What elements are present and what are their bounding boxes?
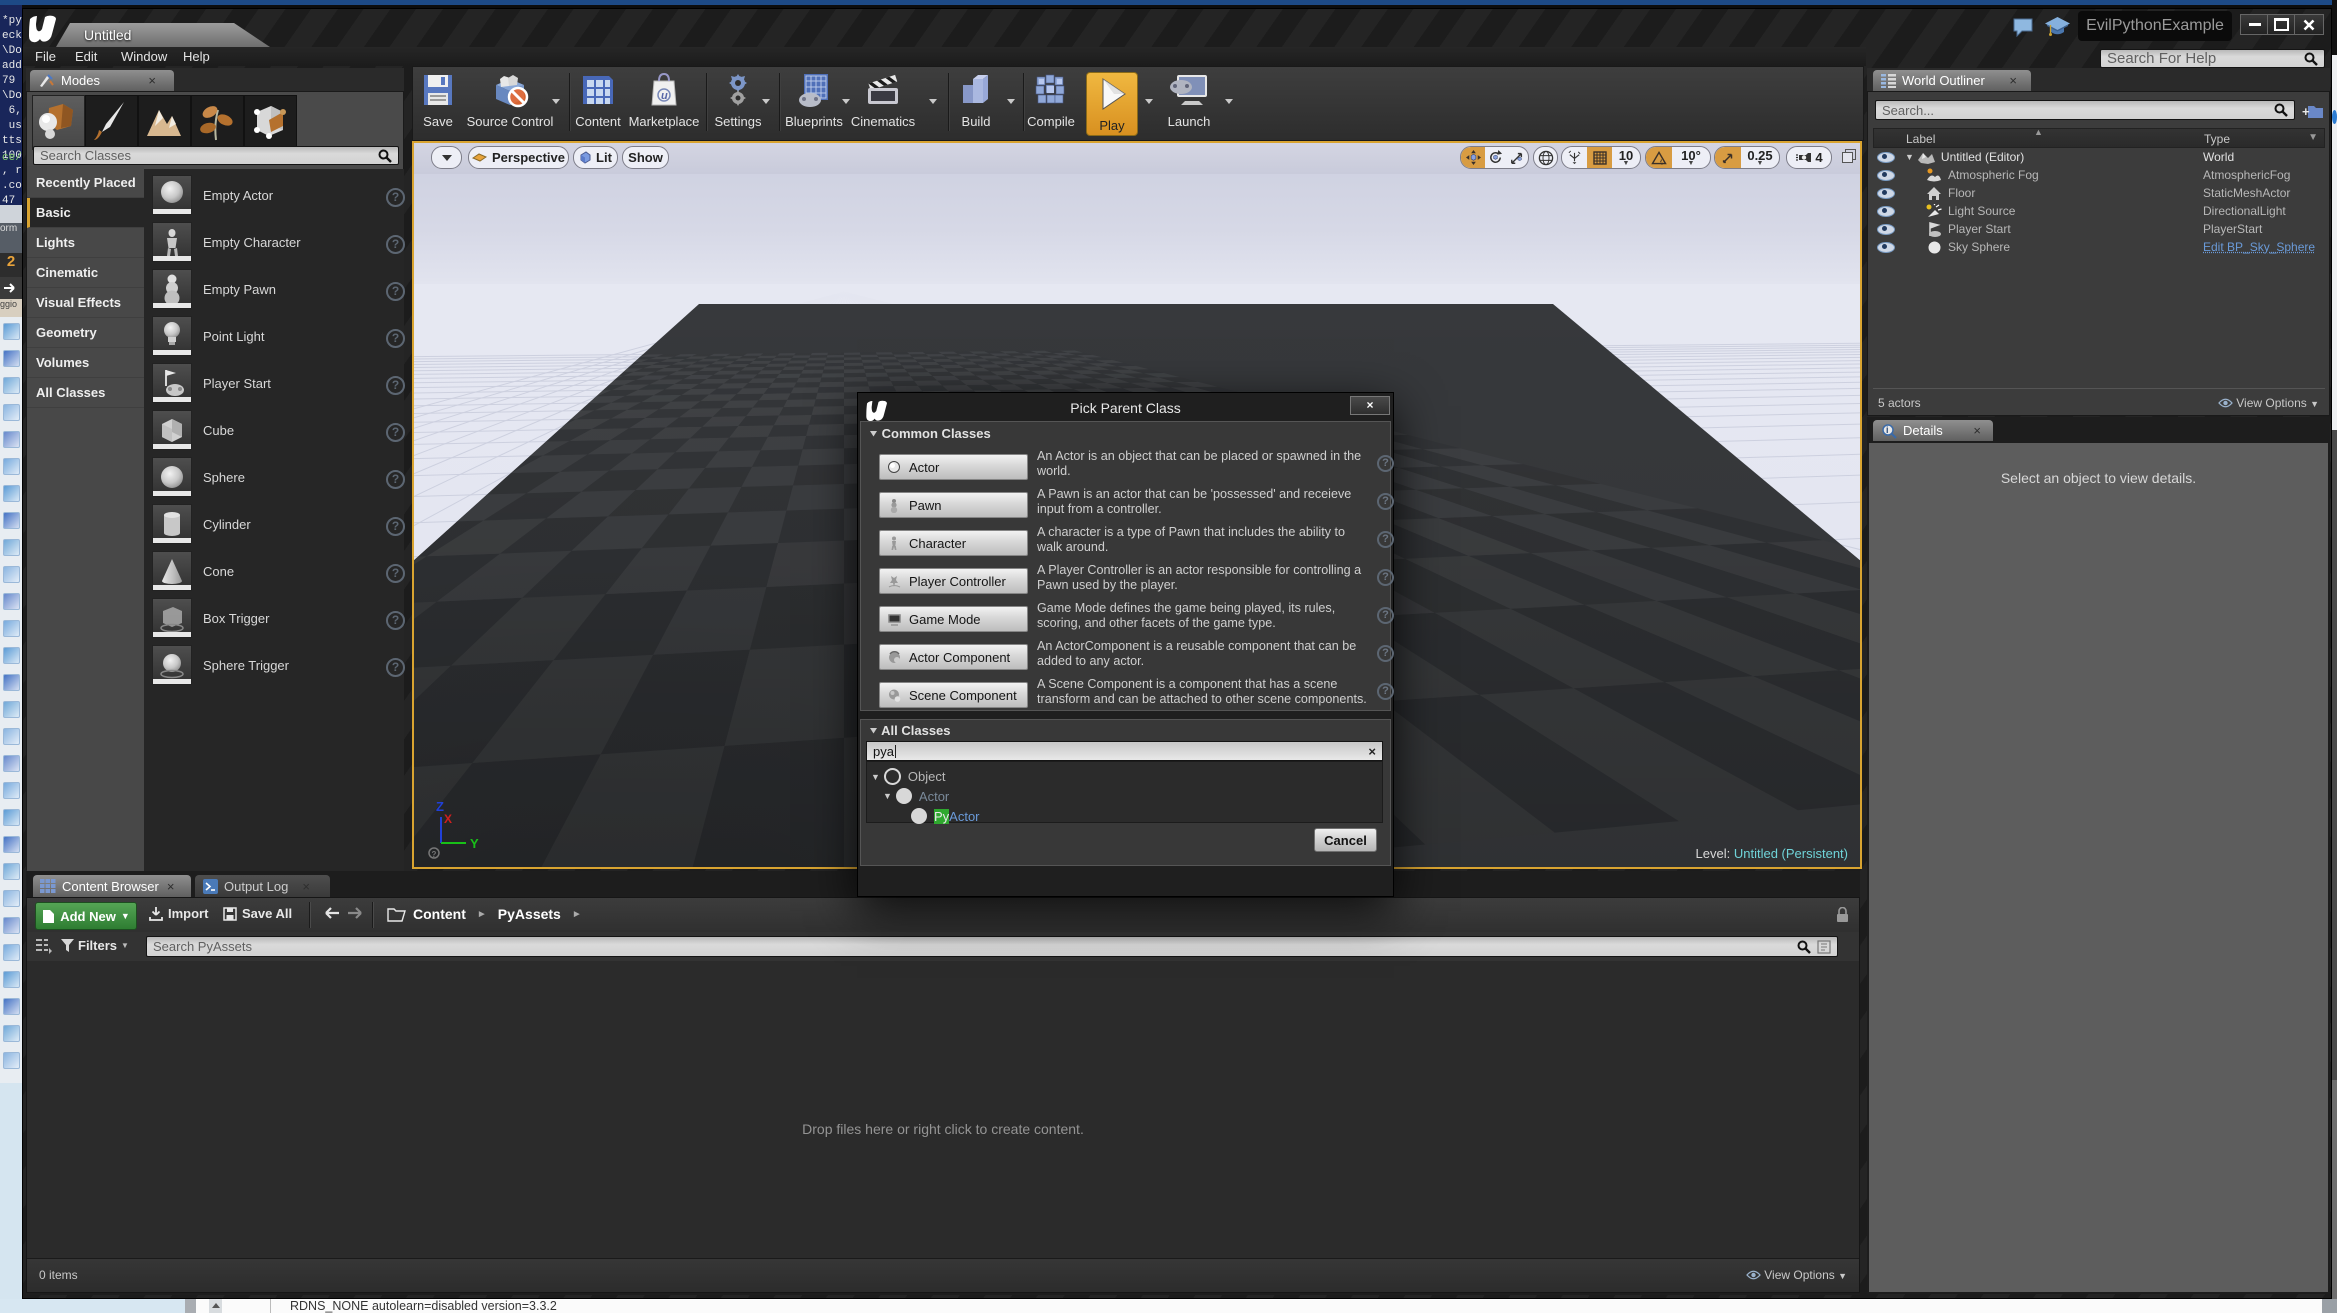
svg-text:Z: Z	[436, 799, 444, 814]
svg-text:+: +	[2302, 104, 2310, 119]
svg-text:X: X	[444, 812, 452, 826]
svg-text:Y: Y	[470, 836, 479, 851]
svg-text:i: i	[1886, 425, 1889, 435]
svg-text:?: ?	[432, 850, 437, 859]
svg-text:u: u	[661, 90, 668, 102]
